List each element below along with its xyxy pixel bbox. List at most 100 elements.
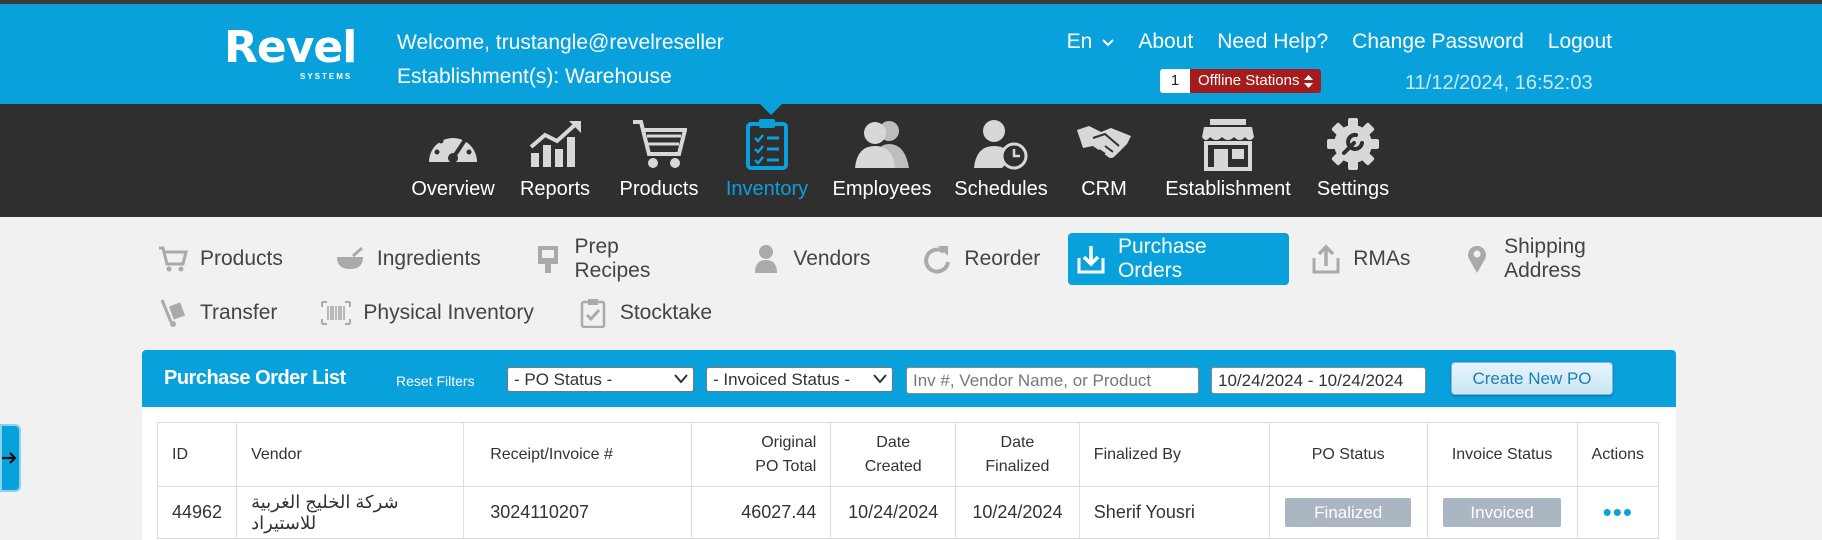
offline-stations-button[interactable]: 1 Offline Stations: [1160, 69, 1322, 93]
search-input[interactable]: [906, 367, 1199, 394]
subnav-prep-recipes[interactable]: Prep Recipes: [525, 233, 714, 285]
col-label: Original: [761, 433, 817, 451]
col-finalized-by[interactable]: Finalized By: [1078, 422, 1270, 487]
logo-wordmark: Revel: [224, 22, 357, 73]
cell-finalized-by: Sherif Yousri: [1078, 486, 1270, 539]
subnav-label: Stocktake: [619, 301, 713, 324]
cell-date-created: 10/24/2024: [830, 486, 957, 539]
nav-label: Reports: [519, 178, 591, 200]
store-icon: [1200, 114, 1256, 174]
subnav-products[interactable]: Products: [150, 233, 297, 285]
revel-logo[interactable]: Revel SYSTEMS: [224, 22, 357, 84]
invoiced-status-value: - Invoiced Status -: [713, 370, 851, 389]
language-selector[interactable]: En: [1067, 30, 1115, 54]
col-label: Date: [1000, 433, 1035, 451]
people-icon: [853, 114, 911, 174]
language-label: En: [1066, 30, 1093, 53]
po-status-select[interactable]: - PO Status -: [507, 367, 694, 392]
cell-invoice-status: Invoiced: [1426, 486, 1578, 539]
cell-vendor: شركة الخليج الغربية للاستيراد: [236, 486, 465, 539]
col-label: Created: [864, 457, 922, 475]
chart-icon: [527, 114, 583, 174]
subnav-vendors[interactable]: Vendors: [743, 233, 884, 285]
invoice-status-badge: Invoiced: [1443, 498, 1562, 527]
col-vendor[interactable]: Vendor: [236, 422, 465, 487]
logout-link[interactable]: Logout: [1548, 30, 1612, 54]
nav-label: Employees: [832, 178, 932, 200]
subnav-reorder[interactable]: Reorder: [914, 233, 1054, 285]
gauge-icon: [425, 114, 481, 174]
person-clock-icon: [972, 114, 1030, 174]
main-nav: Overview Reports Products Inventory Empl…: [0, 104, 1822, 217]
table-row[interactable]: 44962 شركة الخليج الغربية للاستيراد 3024…: [156, 486, 1660, 539]
purchase-order-table: ID Vendor Receipt/Invoice # Original PO T…: [156, 422, 1660, 539]
barcode-icon: [319, 301, 353, 325]
cart-icon: [156, 246, 190, 272]
col-id[interactable]: ID: [156, 422, 238, 487]
row-actions-menu[interactable]: •••: [1603, 497, 1633, 527]
invoiced-status-select[interactable]: - Invoiced Status -: [706, 367, 893, 392]
clipboard-icon: [745, 114, 789, 174]
download-tray-icon: [1074, 244, 1108, 274]
date-range-input[interactable]: [1211, 367, 1426, 394]
subnav-label: Transfer: [200, 301, 278, 324]
help-link[interactable]: Need Help?: [1217, 30, 1328, 54]
person-icon: [749, 244, 783, 274]
col-date-created[interactable]: Date Created: [830, 422, 957, 487]
subnav-physical-inventory[interactable]: Physical Inventory: [313, 287, 547, 339]
subnav-label: Ingredients: [376, 247, 481, 270]
sort-arrows-icon: [1304, 74, 1314, 88]
subnav-label: Products: [200, 247, 283, 270]
subnav-purchase-orders[interactable]: Purchase Orders: [1068, 233, 1290, 285]
handshake-icon: [1075, 114, 1133, 174]
offline-label: Offline Stations: [1198, 72, 1300, 89]
reset-filters-link[interactable]: Reset Filters: [396, 373, 475, 389]
subnav-label: Shipping Address: [1504, 235, 1586, 282]
nav-settings[interactable]: Settings: [1309, 114, 1397, 201]
table-header-row: ID Vendor Receipt/Invoice # Original PO T…: [156, 422, 1660, 487]
nav-reports[interactable]: Reports: [503, 114, 607, 201]
col-date-finalized[interactable]: Date Finalized: [955, 422, 1080, 487]
subnav-transfer[interactable]: Transfer: [150, 287, 291, 339]
chevron-down-icon: [1102, 39, 1115, 47]
header: Revel SYSTEMS Welcome, trustangle@revelr…: [0, 4, 1822, 104]
nav-establishment[interactable]: Establishment: [1147, 114, 1309, 201]
expand-sidebar-tab[interactable]: [0, 424, 21, 492]
col-po-total[interactable]: Original PO Total: [691, 422, 832, 487]
panel-title: Purchase Order List: [164, 367, 346, 389]
subnav-ingredients[interactable]: Ingredients: [327, 233, 495, 285]
panel-toolbar: Purchase Order List Reset Filters - PO S…: [142, 350, 1676, 407]
user-info: Welcome, trustangle@revelreseller Establ…: [397, 26, 724, 94]
chevron-down-icon: [873, 374, 887, 384]
subnav-label: Physical Inventory: [363, 301, 534, 324]
welcome-text: Welcome, trustangle@revelreseller: [397, 31, 724, 54]
logo-subtext: SYSTEMS: [300, 72, 353, 81]
establishment-text: Establishment(s): Warehouse: [397, 65, 672, 88]
arrow-right-icon: [2, 452, 17, 464]
col-receipt[interactable]: Receipt/Invoice #: [463, 422, 693, 487]
cell-id: 44962: [156, 486, 238, 539]
po-status-value: - PO Status -: [514, 370, 613, 389]
subnav-shipping-address[interactable]: Shipping Address: [1454, 233, 1680, 285]
nav-schedules[interactable]: Schedules: [941, 114, 1061, 201]
nav-label: Establishment: [1165, 178, 1291, 200]
change-password-link[interactable]: Change Password: [1352, 30, 1524, 54]
about-link[interactable]: About: [1138, 30, 1193, 54]
subnav-stocktake[interactable]: Stocktake: [570, 287, 726, 339]
col-label: PO Total: [755, 457, 817, 475]
create-new-po-button[interactable]: Create New PO: [1451, 362, 1613, 395]
nav-label: Inventory: [725, 178, 809, 200]
subnav-rmas[interactable]: RMAs: [1303, 233, 1424, 285]
nav-products[interactable]: Products: [607, 114, 711, 201]
po-status-badge: Finalized: [1285, 498, 1412, 527]
col-invoice-status[interactable]: Invoice Status: [1426, 422, 1578, 487]
nav-inventory[interactable]: Inventory: [711, 114, 823, 201]
bowl-icon: [333, 247, 367, 271]
col-po-status[interactable]: PO Status: [1268, 422, 1428, 487]
redo-icon: [920, 244, 954, 274]
nav-overview[interactable]: Overview: [403, 114, 503, 201]
nav-label: Settings: [1316, 178, 1390, 200]
nav-employees[interactable]: Employees: [823, 114, 941, 201]
col-actions: Actions: [1576, 422, 1660, 487]
nav-crm[interactable]: CRM: [1061, 114, 1147, 201]
